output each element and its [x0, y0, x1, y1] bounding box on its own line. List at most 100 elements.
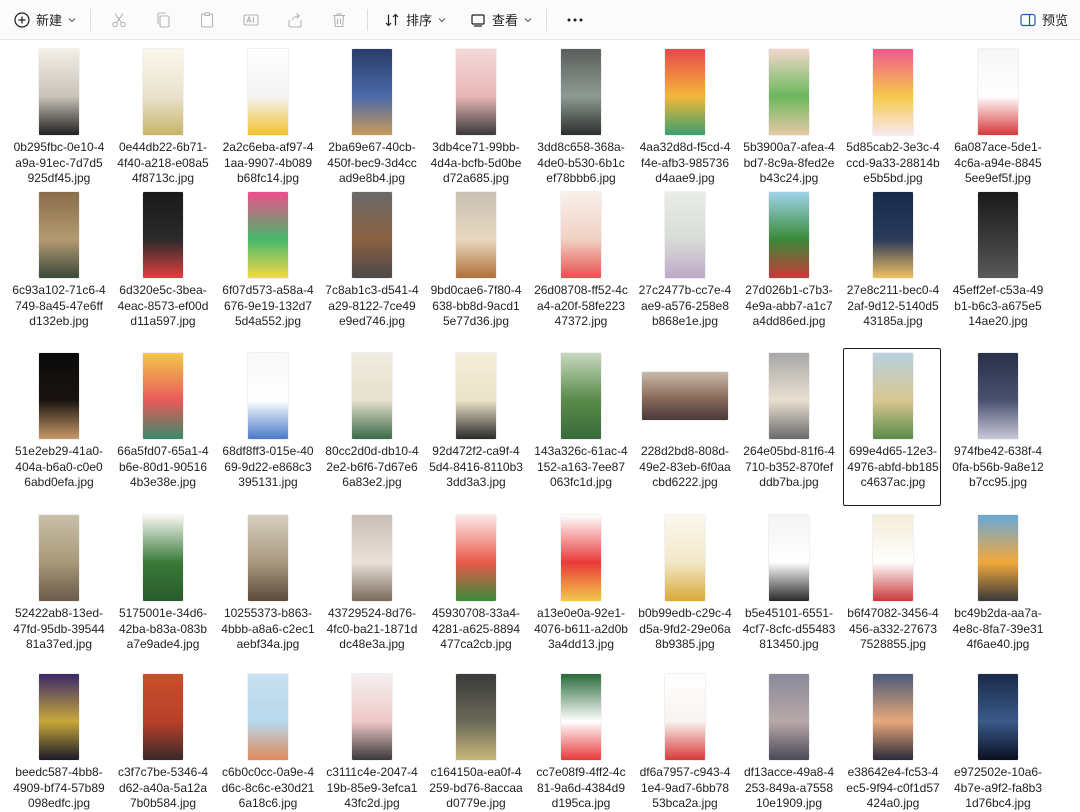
file-item[interactable]: 9bd0cae6-7f80-4638-bb8d-9acd15e77d36.jpg — [426, 187, 524, 345]
scissors-icon — [112, 12, 126, 27]
file-name: 66a5fd07-65a1-4b6e-80d1-905164b3e38e.jpg — [117, 444, 209, 489]
file-thumbnail — [561, 192, 601, 278]
file-thumbnail — [352, 49, 392, 135]
file-item[interactable]: b0b99edb-c29c-4d5a-9fd2-29e06a8b9385.jpg — [635, 510, 733, 668]
file-name: c6b0c0cc-0a9e-4d6c-8c6c-e30d216a18c6.jpg — [221, 765, 315, 810]
file-item[interactable]: 27d026b1-c7b3-4e9a-abb7-a1c7a4dd86ed.jpg — [739, 187, 837, 345]
file-thumbnail — [978, 49, 1018, 135]
file-item[interactable]: 45eff2ef-c53a-49b1-b6c3-a675e514ae20.jpg — [948, 187, 1046, 345]
file-item[interactable]: c164150a-ea0f-4259-bd76-8accaad0779e.jpg — [426, 669, 524, 812]
file-item[interactable]: 92d472f2-ca9f-45d4-8416-8110b33dd3a3.jpg — [426, 348, 524, 506]
file-thumbnail — [39, 674, 79, 760]
file-thumbnail — [456, 515, 496, 601]
file-name: c3111c4e-2047-419b-85e9-3efca143fc2d.jpg — [326, 765, 418, 810]
file-thumbnail-frame — [427, 353, 525, 439]
paste-button[interactable] — [185, 5, 229, 35]
file-item[interactable]: 27e8c211-bec0-42af-9d12-5140d543185a.jpg — [843, 187, 941, 345]
file-item[interactable]: bc49b2da-aa7a-4e8c-8fa7-39e314f6ae40.jpg — [948, 510, 1046, 668]
file-item[interactable]: df6a7957-c943-41e4-9ad7-6bb7853bca2a.jpg — [635, 669, 733, 812]
file-item[interactable]: 699e4d65-12e3-4976-abfd-bb185c4637ac.jpg — [843, 348, 941, 506]
file-thumbnail — [143, 674, 183, 760]
file-item[interactable]: 4aa32d8d-f5cd-4f4e-afb3-985736d4aae9.jpg — [635, 44, 733, 202]
file-thumbnail — [352, 674, 392, 760]
toolbar-divider — [90, 8, 92, 31]
file-name: 27e8c211-bec0-42af-9d12-5140d543185a.jpg — [846, 283, 940, 328]
file-name: 5175001e-34d6-42ba-b83a-083ba7e9ade4.jpg — [118, 606, 208, 651]
file-item[interactable]: 5d85cab2-3e3c-4ccd-9a33-28814be5b5bd.jpg — [843, 44, 941, 202]
file-item[interactable]: 66a5fd07-65a1-4b6e-80d1-905164b3e38e.jpg — [113, 348, 211, 506]
trash-icon — [333, 12, 346, 27]
file-item[interactable]: 43729524-8d76-4fc0-ba21-1871ddc48e3a.jpg — [322, 510, 420, 668]
file-item[interactable]: 80cc2d0d-db10-42e2-b6f6-7d67e66a83e2.jpg — [322, 348, 420, 506]
file-thumbnail — [39, 353, 79, 439]
file-thumbnail — [769, 49, 809, 135]
copy-icon — [157, 11, 170, 28]
file-item[interactable]: 0b295fbc-0e10-4a9a-91ec-7d7d5925df45.jpg — [9, 44, 107, 202]
file-name: 45930708-33a4-4281-a625-8894477ca2cb.jpg — [431, 606, 521, 651]
file-item[interactable]: beedc587-4bb8-4909-bf74-57b89098edfc.jpg — [9, 669, 107, 812]
file-item[interactable]: 6f07d573-a58a-4676-9e19-132d75d4a552.jpg — [218, 187, 316, 345]
rename-button[interactable] — [229, 5, 273, 35]
file-item[interactable]: 5175001e-34d6-42ba-b83a-083ba7e9ade4.jpg — [113, 510, 211, 668]
share-button[interactable] — [273, 5, 317, 35]
delete-button[interactable] — [317, 5, 361, 35]
file-thumbnail-frame — [10, 515, 108, 601]
file-item[interactable]: 228d2bd8-808d-49e2-83eb-6f0aacbd6222.jpg — [635, 348, 733, 506]
sort-button[interactable]: 排序 — [376, 5, 454, 35]
preview-pane-button[interactable]: 预览 — [1012, 5, 1076, 35]
file-item[interactable]: 52422ab8-13ed-47fd-95db-3954481a37ed.jpg — [9, 510, 107, 668]
file-thumbnail-frame — [219, 49, 317, 135]
file-thumbnail — [248, 192, 288, 278]
file-item[interactable]: 45930708-33a4-4281-a625-8894477ca2cb.jpg — [426, 510, 524, 668]
file-item[interactable]: df13acce-49a8-4253-849a-a755810e1909.jpg — [739, 669, 837, 812]
cut-button[interactable] — [97, 5, 141, 35]
file-item[interactable]: b5e45101-6551-4cf7-8cfc-d55483813450.jpg — [739, 510, 837, 668]
file-item[interactable]: 6a087ace-5de1-4c6a-a94e-88455ee9ef5f.jpg — [948, 44, 1046, 202]
file-item[interactable]: c6b0c0cc-0a9e-4d6c-8c6c-e30d216a18c6.jpg — [218, 669, 316, 812]
file-thumbnail-frame — [323, 515, 421, 601]
file-item[interactable]: 3db4ce71-99bb-4d4a-bcfb-5d0bed72a685.jpg — [426, 44, 524, 202]
file-thumbnail — [248, 515, 288, 601]
file-item[interactable]: 68df8ff3-015e-4069-9d22-e868c3395131.jpg — [218, 348, 316, 506]
file-item[interactable]: 26d08708-ff52-4ca4-a20f-58fe22347372.jpg — [531, 187, 629, 345]
file-thumbnail-frame — [427, 49, 525, 135]
file-item[interactable]: a13e0e0a-92e1-4076-b611-a2d0b3a4dd13.jpg — [531, 510, 629, 668]
file-item[interactable]: 143a326c-61ac-4152-a163-7ee87063fc1d.jpg — [531, 348, 629, 506]
file-item[interactable]: c3f7c7be-5346-4d62-a40a-5a12a7b0b584.jpg — [113, 669, 211, 812]
file-item[interactable]: 5b3900a7-afea-4bd7-8c9a-8fed2eb43c24.jpg — [739, 44, 837, 202]
new-button[interactable]: 新建 — [6, 5, 84, 35]
file-item[interactable]: 10255373-b863-4bbb-a8a6-c2ec1aebf34a.jpg — [218, 510, 316, 668]
file-item[interactable]: e38642e4-fc53-4ec5-9f94-c0f1d57424a0.jpg — [843, 669, 941, 812]
file-thumbnail-frame — [323, 49, 421, 135]
file-name: 5b3900a7-afea-4bd7-8c9a-8fed2eb43c24.jpg — [743, 140, 835, 185]
more-options-button[interactable] — [553, 5, 597, 35]
file-item[interactable]: 0e44db22-6b71-4f40-a218-e08a54f8713c.jpg — [113, 44, 211, 202]
file-item[interactable]: 974fbe42-638f-40fa-b56b-9a8e12b7cc95.jpg — [948, 348, 1046, 506]
copy-button[interactable] — [141, 5, 185, 35]
file-item[interactable]: 2a2c6eba-af97-41aa-9907-4b089b68fc14.jpg — [218, 44, 316, 202]
view-button-label: 查看 — [492, 13, 519, 28]
file-item[interactable]: b6f47082-3456-4456-a332-276737528855.jpg — [843, 510, 941, 668]
plus-circle-icon — [14, 11, 30, 28]
file-item[interactable]: 6d320e5c-3bea-4eac-8573-ef00dd11a597.jpg — [113, 187, 211, 345]
file-item[interactable]: 6c93a102-71c6-4749-8a45-47e6ffd132eb.jpg — [9, 187, 107, 345]
file-thumbnail-frame — [114, 192, 212, 278]
file-name: 68df8ff3-015e-4069-9d22-e868c3395131.jpg — [222, 444, 314, 489]
file-name: 6d320e5c-3bea-4eac-8573-ef00dd11a597.jpg — [117, 283, 209, 328]
toolbar-divider — [546, 8, 548, 31]
file-thumbnail-frame — [10, 353, 108, 439]
file-item[interactable]: 7c8ab1c3-d541-4a29-8122-7ce49e9ed746.jpg — [322, 187, 420, 345]
view-button[interactable]: 查看 — [462, 5, 540, 35]
new-button-label: 新建 — [36, 13, 63, 28]
file-thumbnail — [456, 192, 496, 278]
file-name: 4aa32d8d-f5cd-4f4e-afb3-985736d4aae9.jpg — [639, 140, 731, 185]
file-item[interactable]: 2ba69e67-40cb-450f-bec9-3d4ccad9e8b4.jpg — [322, 44, 420, 202]
file-item[interactable]: e972502e-10a6-4b7e-a9f2-fa8b31d76bc4.jpg — [948, 669, 1046, 812]
file-item[interactable]: cc7e08f9-4ff2-4c81-9a6d-4384d9d195ca.jpg — [531, 669, 629, 812]
file-item[interactable]: c3111c4e-2047-419b-85e9-3efca143fc2d.jpg — [322, 669, 420, 812]
file-item[interactable]: 27c2477b-cc7e-4ae9-a576-258e8b868e1e.jpg — [635, 187, 733, 345]
file-item[interactable]: 3dd8c658-368a-4de0-b530-6b1cef78bbb6.jpg — [531, 44, 629, 202]
file-name: 27c2477b-cc7e-4ae9-a576-258e8b868e1e.jpg — [638, 283, 732, 328]
file-item[interactable]: 264e05bd-81f6-4710-b352-870fefddb7ba.jpg — [739, 348, 837, 506]
file-item[interactable]: 51e2eb29-41a0-404a-b6a0-c0e06abd0efa.jpg — [9, 348, 107, 506]
